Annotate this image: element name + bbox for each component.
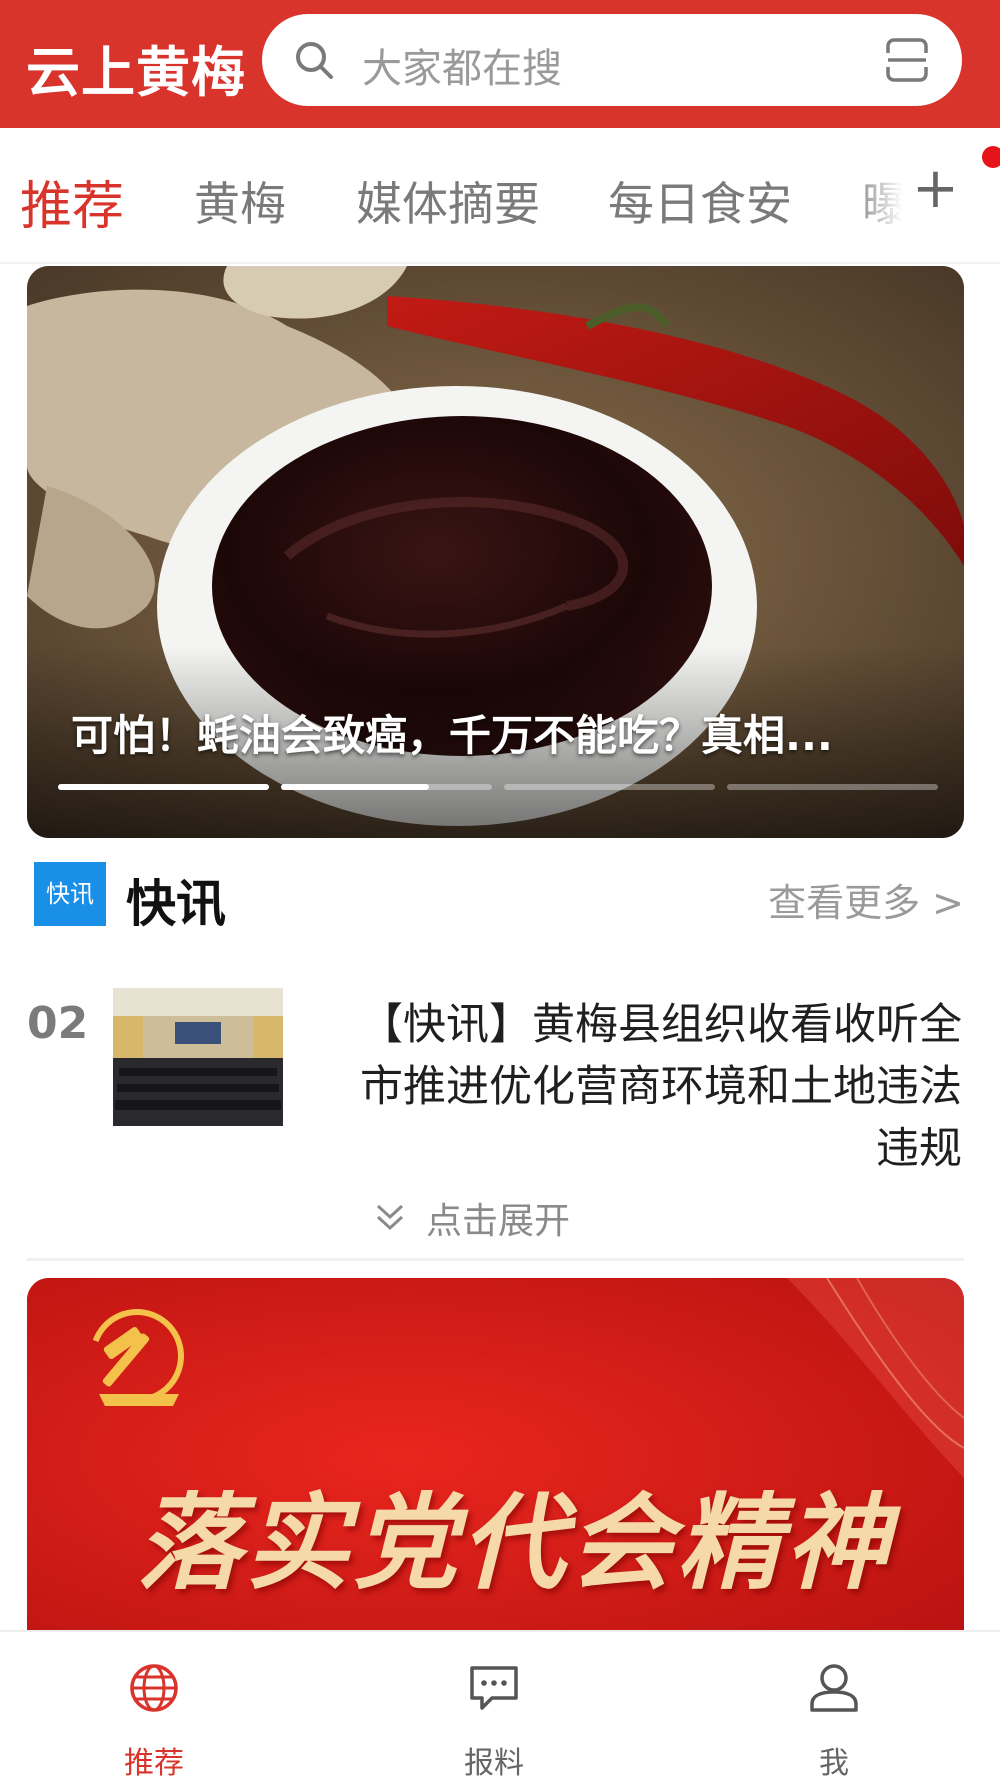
carousel-indicator[interactable] — [58, 784, 269, 790]
search-placeholder: 大家都在搜 — [362, 46, 562, 92]
carousel-indicator-progress — [281, 784, 429, 790]
tab-huangmei[interactable]: 黄梅 — [194, 168, 286, 234]
carousel-indicator-progress — [58, 784, 269, 790]
promo-banner[interactable]: 落实党代会精神 — [27, 1278, 964, 1638]
nav-recommend[interactable]: 推荐 — [54, 1632, 254, 1778]
double-chevron-down-icon — [376, 1204, 404, 1231]
globe-icon — [130, 1664, 178, 1712]
expand-button[interactable]: 点击展开 — [0, 1190, 1000, 1250]
carousel-indicator[interactable] — [281, 784, 492, 790]
app-logo-title[interactable]: 云上黄梅 — [26, 28, 246, 107]
nav-report[interactable]: 报料 — [394, 1632, 594, 1778]
top-header: 云上黄梅 大家都在搜 — [0, 0, 1000, 128]
tab-daily-food-safety[interactable]: 每日食安 — [608, 168, 792, 234]
search-icon — [296, 42, 333, 79]
tab-fade-overlay — [850, 128, 920, 262]
add-channel-button[interactable]: + — [912, 156, 959, 221]
tab-media-digest[interactable]: 媒体摘要 — [356, 168, 540, 234]
news-thumbnail[interactable] — [113, 988, 283, 1126]
carousel-caption[interactable]: 可怕！蚝油会致癌，千万不能吃？真相... — [71, 702, 941, 763]
news-item-number: 02 — [27, 998, 89, 1049]
user-icon — [810, 1664, 858, 1712]
search-bar[interactable]: 大家都在搜 — [262, 14, 962, 106]
nav-label: 我 — [819, 1746, 849, 1778]
carousel-indicators — [58, 784, 938, 792]
news-item-title[interactable]: 【快讯】黄梅县组织收看收听全市推进优化营商环境和土地违法违规 — [322, 994, 962, 1180]
channel-tabs: 推荐 黄梅 媒体摘要 每日食安 曝 + — [0, 128, 1000, 264]
chat-icon — [470, 1666, 518, 1710]
meeting-hall-image — [113, 988, 283, 1126]
carousel-indicator[interactable] — [504, 784, 715, 790]
banner-slogan: 落实党代会精神 — [137, 1481, 894, 1604]
notification-dot — [982, 146, 1000, 168]
bottom-navigation: 推荐 报料 我 — [0, 1630, 1000, 1778]
expand-label: 点击展开 — [426, 1201, 571, 1242]
tab-recommend[interactable]: 推荐 — [20, 164, 124, 239]
nav-me[interactable]: 我 — [734, 1632, 934, 1778]
view-more-link[interactable]: 查看更多 > — [768, 872, 964, 927]
section-title: 快讯 — [126, 875, 226, 933]
scan-icon[interactable] — [884, 37, 930, 83]
hero-carousel[interactable]: 可怕！蚝油会致癌，千万不能吃？真相... — [27, 266, 964, 838]
kuaixun-badge-icon: 快讯 — [34, 862, 106, 926]
section-divider — [27, 1258, 964, 1261]
nav-label: 推荐 — [124, 1746, 184, 1778]
carousel-indicator[interactable] — [727, 784, 938, 790]
nav-label: 报料 — [464, 1746, 524, 1778]
